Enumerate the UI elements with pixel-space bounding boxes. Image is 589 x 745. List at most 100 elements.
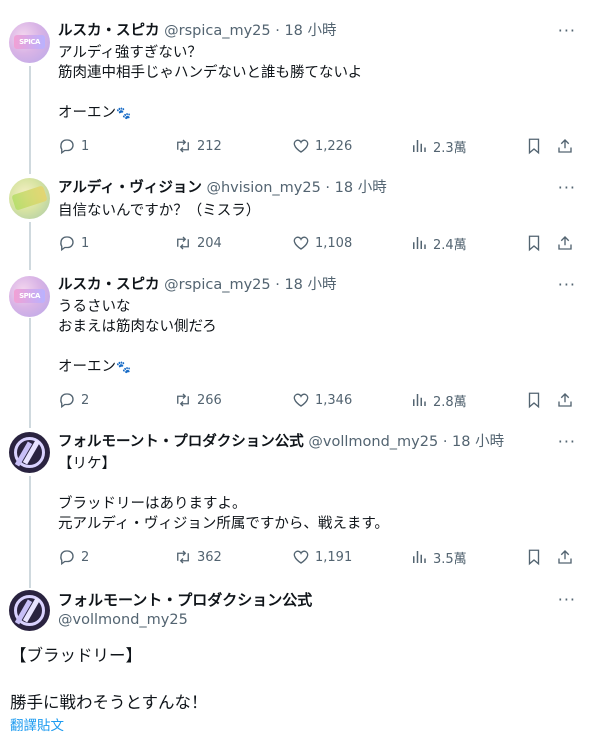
bookmark-button[interactable] — [525, 232, 548, 254]
share-button[interactable] — [556, 546, 579, 568]
like-count: 1,108 — [315, 235, 353, 251]
tweet-header: フォルモーント・プロダクション公式 @vollmond_my25 · 18 小時 — [58, 432, 504, 452]
avatar-logo: SPICA — [14, 289, 45, 303]
views-button[interactable]: 2.3萬 — [410, 135, 467, 157]
tweet-line: 【リケ】 — [58, 456, 116, 472]
tweet[interactable]: フォルモーント・プロダクション公式 @vollmond_my25 · 18 小時… — [0, 430, 589, 585]
bookmark-icon — [528, 235, 540, 252]
reply-count: 1 — [81, 138, 90, 154]
action-bar: 1 212 1,226 2.3萬 — [58, 135, 578, 157]
retweet-count: 362 — [197, 549, 222, 565]
share-button[interactable] — [556, 232, 579, 254]
separator-dot: · — [325, 180, 331, 196]
bookmark-button[interactable] — [525, 546, 548, 568]
avatar[interactable]: SPICA — [9, 22, 50, 63]
avatar[interactable]: SPICA — [9, 276, 50, 317]
retweet-icon — [177, 550, 189, 564]
user-handle[interactable]: @vollmond_my25 — [58, 610, 188, 630]
tweet[interactable]: SPICA ルスカ・スピカ @rspica_my25 · 18 小時 ··· う… — [0, 270, 589, 430]
tweet-line: オーエン — [58, 359, 116, 375]
views-button[interactable]: 2.4萬 — [410, 232, 467, 254]
avatar[interactable] — [9, 590, 50, 631]
reply-icon — [60, 393, 74, 409]
tweet-text: アルディ強すぎない？ 筋肉連中相手じゃハンデないと誰も勝てないよ オーエン🐾 — [58, 43, 362, 123]
share-icon — [558, 139, 572, 153]
like-count: 1,346 — [315, 392, 353, 408]
bookmark-button[interactable] — [525, 389, 548, 411]
views-icon — [413, 237, 426, 249]
like-button[interactable]: 1,108 — [292, 232, 352, 254]
reply-button[interactable]: 1 — [58, 232, 89, 254]
reply-icon — [60, 550, 74, 566]
tweet-line: オーエン — [58, 105, 116, 121]
tweet-header: アルディ・ヴィジョン @hvision_my25 · 18 小時 — [58, 178, 387, 198]
share-icon — [558, 393, 572, 407]
retweet-count: 204 — [197, 235, 222, 251]
heart-icon — [293, 393, 309, 407]
reply-icon — [60, 139, 74, 155]
reply-button[interactable]: 2 — [58, 546, 89, 568]
avatar-logo: SPICA — [14, 35, 45, 49]
more-options-icon[interactable]: ··· — [558, 21, 576, 41]
paw-emoji: 🐾 — [116, 360, 131, 374]
heart-icon — [293, 139, 309, 153]
like-button[interactable]: 1,226 — [292, 135, 352, 157]
user-handle[interactable]: @rspica_my25 — [164, 23, 271, 39]
views-icon — [413, 140, 426, 152]
paw-emoji: 🐾 — [116, 106, 131, 120]
tweet-line: 自信ないんですか？（ミスラ） — [58, 203, 261, 219]
retweet-button[interactable]: 362 — [174, 546, 222, 568]
action-bar: 2 362 1,191 3.5萬 — [58, 546, 578, 568]
tweet-line: ブラッドリーはありますよ。 — [58, 496, 247, 512]
more-options-icon[interactable]: ··· — [558, 275, 576, 295]
separator-dot: · — [275, 277, 280, 293]
views-button[interactable]: 2.8萬 — [410, 389, 467, 411]
user-handle[interactable]: @rspica_my25 — [164, 277, 271, 293]
retweet-button[interactable]: 266 — [174, 389, 222, 411]
share-icon — [558, 550, 572, 564]
reply-icon — [60, 236, 74, 252]
timestamp[interactable]: 18 小時 — [452, 434, 504, 450]
reply-button[interactable]: 1 — [58, 135, 89, 157]
share-button[interactable] — [556, 389, 579, 411]
tweet[interactable]: SPICA ルスカ・スピカ @rspica_my25 · 18 小時 ··· ア… — [0, 0, 589, 170]
reply-count: 2 — [81, 549, 90, 565]
main-tweet-line: 【ブラッドリー】 — [10, 646, 142, 665]
more-options-icon[interactable]: ··· — [558, 178, 576, 198]
view-count: 2.4萬 — [433, 237, 467, 253]
views-button[interactable]: 3.5萬 — [410, 546, 467, 568]
avatar[interactable] — [9, 178, 50, 219]
tweet-text: 【リケ】 ブラッドリーはありますよ。 元アルディ・ヴィジョン所属ですから、戦えま… — [58, 454, 389, 534]
display-name[interactable]: ルスカ・スピカ — [58, 23, 160, 39]
tweet-line: 筋肉連中相手じゃハンデないと誰も勝てないよ — [58, 65, 363, 81]
action-bar: 2 266 1,346 2.8萬 — [58, 389, 578, 411]
translate-post-link[interactable]: 翻譯貼文 — [10, 717, 64, 735]
display-name[interactable]: アルディ・ヴィジョン — [58, 180, 202, 196]
retweet-button[interactable]: 212 — [174, 135, 222, 157]
timestamp[interactable]: 18 小時 — [335, 180, 387, 196]
reply-count: 1 — [81, 235, 90, 251]
display-name[interactable]: フォルモーント・プロダクション公式 — [58, 434, 304, 450]
share-icon — [558, 236, 572, 250]
display-name[interactable]: ルスカ・スピカ — [58, 277, 160, 293]
like-button[interactable]: 1,191 — [292, 546, 352, 568]
tweet-line: アルディ強すぎない？ — [58, 45, 202, 61]
action-bar: 1 204 1,108 2.4萬 — [58, 232, 578, 254]
bookmark-icon — [528, 138, 540, 155]
user-handle[interactable]: @hvision_my25 — [206, 180, 320, 196]
reply-button[interactable]: 2 — [58, 389, 89, 411]
timestamp[interactable]: 18 小時 — [284, 23, 336, 39]
avatar[interactable] — [9, 432, 50, 473]
retweet-button[interactable]: 204 — [174, 232, 222, 254]
more-options-icon[interactable]: ··· — [558, 590, 576, 610]
like-button[interactable]: 1,346 — [292, 389, 352, 411]
display-name[interactable]: フォルモーント・プロダクション公式 — [58, 590, 312, 610]
timestamp[interactable]: 18 小時 — [284, 277, 336, 293]
more-options-icon[interactable]: ··· — [558, 432, 576, 452]
heart-icon — [293, 550, 309, 564]
bookmark-button[interactable] — [525, 135, 548, 157]
tweet[interactable]: アルディ・ヴィジョン @hvision_my25 · 18 小時 ··· 自信な… — [0, 170, 589, 270]
share-button[interactable] — [556, 135, 579, 157]
user-handle[interactable]: @vollmond_my25 — [308, 434, 438, 450]
retweet-icon — [177, 236, 189, 250]
